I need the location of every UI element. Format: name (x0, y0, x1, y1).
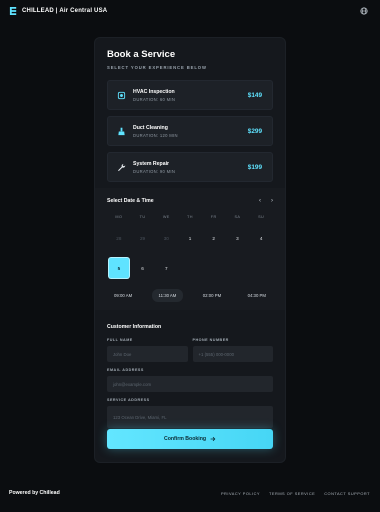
calendar-day-selected[interactable]: 5 (107, 257, 131, 279)
terms-of-service-link[interactable]: TERMS OF SERVICE (269, 491, 315, 496)
weekday-label: FR (210, 215, 217, 219)
calendar-day: 28 (116, 235, 122, 241)
brush-icon (116, 126, 126, 136)
time-slot[interactable]: 09:00 AM (107, 289, 139, 302)
service-price: $299 (247, 127, 262, 135)
service-name: HVAC Inspection (133, 88, 175, 95)
powered-by: Powered by Chillead (9, 490, 60, 496)
page-title: Book a Service (107, 49, 176, 60)
weekday-header: MO TU WE TH FR SA SU (107, 215, 273, 219)
service-duration: DURATION: 90 MIN (133, 168, 176, 174)
full-name-input[interactable]: John Doe (107, 346, 188, 362)
service-duration: DURATION: 60 MIN (133, 96, 176, 102)
customer-info-section: Customer Information FULL NAME John Doe … (95, 310, 285, 428)
calendar-day[interactable]: 4 (249, 227, 273, 249)
address-label: SERVICE ADDRESS (107, 398, 150, 402)
service-price: $199 (247, 163, 262, 171)
chevron-left-icon[interactable]: ‹ (259, 198, 261, 204)
time-slot-list: 09:00 AM 11:30 AM 02:00 PM 04:30 PM (107, 289, 273, 302)
service-name: System Repair (133, 160, 170, 167)
phone-input[interactable]: +1 (555) 000-0000 (192, 346, 273, 362)
phone-label: PHONE NUMBER (192, 338, 229, 342)
brand[interactable]: CHILLEAD | Air Central USA (9, 6, 107, 16)
calendar-day[interactable]: 2 (202, 227, 226, 249)
address-input[interactable]: 123 Ocean Drive, Miami, FL (107, 406, 273, 428)
service-duration: DURATION: 120 MIN (133, 132, 178, 138)
chevron-right-icon[interactable]: › (271, 198, 273, 204)
calendar-grid: 28 29 30 1 2 3 4 5 6 7 (107, 227, 273, 279)
date-time-title: Select Date & Time (107, 198, 154, 204)
confirm-booking-button[interactable]: Confirm Booking (107, 429, 273, 449)
weekday-label: TH (187, 215, 193, 219)
globe-icon[interactable] (360, 7, 368, 15)
contact-support-link[interactable]: CONTACT SUPPORT (324, 491, 370, 496)
top-bar: CHILLEAD | Air Central USA (0, 0, 380, 24)
service-option-system-repair[interactable]: System Repair DURATION: 90 MIN $199 (107, 152, 273, 182)
time-slot[interactable]: 04:30 PM (241, 289, 273, 302)
email-label: EMAIL ADDRESS (107, 368, 144, 372)
calendar-day: 29 (140, 235, 146, 241)
service-list: HVAC Inspection DURATION: 60 MIN $149 Du… (107, 80, 273, 182)
wrench-icon (116, 162, 126, 172)
calendar-day: 30 (163, 235, 169, 241)
service-name: Duct Cleaning (133, 124, 168, 131)
arrow-right-icon (210, 436, 216, 442)
chillead-logo-icon (9, 6, 17, 16)
service-option-hvac-inspection[interactable]: HVAC Inspection DURATION: 60 MIN $149 (107, 80, 273, 110)
calendar-day[interactable]: 1 (178, 227, 202, 249)
time-slot[interactable]: 02:00 PM (196, 289, 228, 302)
weekday-label: TU (139, 215, 146, 219)
footer: Powered by Chillead PRIVACY POLICY TERMS… (0, 476, 380, 512)
weekday-label: SU (258, 215, 265, 219)
brand-name: CHILLEAD | Air Central USA (22, 8, 108, 14)
booking-card: Book a Service SELECT YOUR EXPERIENCE BE… (95, 38, 285, 462)
customer-info-title: Customer Information (107, 324, 162, 330)
weekday-label: WE (162, 215, 170, 219)
email-input[interactable]: john@example.com (107, 376, 273, 392)
calendar-day[interactable]: 6 (131, 257, 155, 279)
privacy-policy-link[interactable]: PRIVACY POLICY (221, 491, 260, 496)
time-slot-selected[interactable]: 11:30 AM (151, 289, 184, 302)
full-name-label: FULL NAME (107, 338, 133, 342)
calendar-day[interactable]: 3 (226, 227, 250, 249)
service-option-duct-cleaning[interactable]: Duct Cleaning DURATION: 120 MIN $299 (107, 116, 273, 146)
weekday-label: SA (234, 215, 241, 219)
service-price: $149 (247, 91, 262, 99)
thermostat-icon (116, 90, 126, 100)
weekday-label: MO (115, 215, 123, 219)
page-subtitle: SELECT YOUR EXPERIENCE BELOW (107, 65, 207, 70)
date-time-section: Select Date & Time ‹ › MO TU WE TH FR SA… (95, 188, 285, 310)
confirm-booking-label: Confirm Booking (163, 436, 207, 442)
calendar-day[interactable]: 7 (154, 257, 178, 279)
